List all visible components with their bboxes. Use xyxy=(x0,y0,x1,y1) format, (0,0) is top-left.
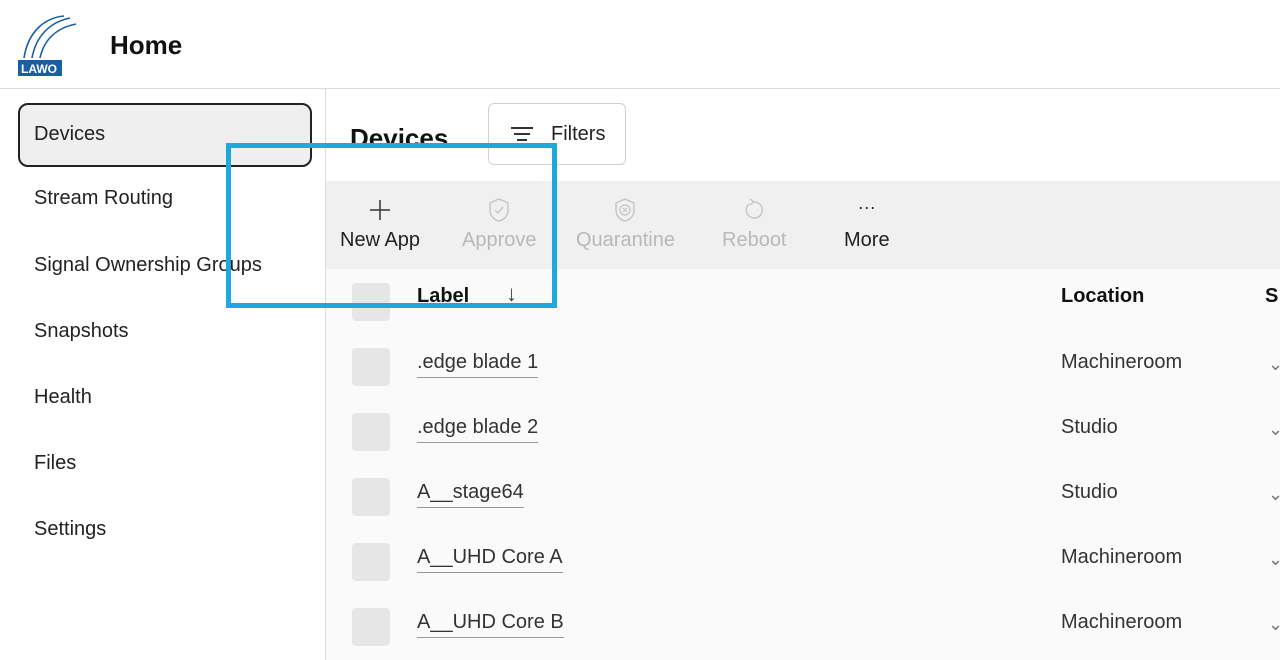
chevron-down-icon[interactable]: ⌄ xyxy=(1268,549,1280,570)
table-row[interactable]: A__stage64 Studio ⌄ xyxy=(326,464,1280,529)
annotation-highlight-box xyxy=(226,143,557,308)
ellipsis-icon: ··· xyxy=(857,197,876,217)
sidebar-item-label: Snapshots xyxy=(34,319,129,342)
device-label-link[interactable]: A__UHD Core A xyxy=(417,546,563,573)
more-label: More xyxy=(844,229,890,251)
sidebar-item-label: Devices xyxy=(34,122,106,145)
row-checkbox[interactable] xyxy=(352,543,390,581)
sidebar-item-snapshots[interactable]: Snapshots xyxy=(18,300,312,364)
filters-label: Filters xyxy=(551,122,606,145)
chevron-down-icon[interactable]: ⌄ xyxy=(1268,484,1280,505)
quarantine-label: Quarantine xyxy=(576,229,675,251)
column-header-status[interactable]: S xyxy=(1265,285,1278,308)
sidebar-item-label: Health xyxy=(34,385,92,408)
filter-lines-icon xyxy=(511,127,533,141)
device-label-link[interactable]: A__UHD Core B xyxy=(417,611,564,638)
row-checkbox[interactable] xyxy=(352,478,390,516)
device-label-link[interactable]: .edge blade 1 xyxy=(417,351,539,378)
row-checkbox[interactable] xyxy=(352,413,390,451)
row-checkbox[interactable] xyxy=(352,348,390,386)
sidebar-item-label: Settings xyxy=(34,517,107,540)
table-row[interactable]: .edge blade 2 Studio ⌄ xyxy=(326,399,1280,464)
table-row[interactable]: A__UHD Core A Machineroom ⌄ xyxy=(326,529,1280,594)
device-location: Studio xyxy=(1061,416,1118,438)
chevron-down-icon[interactable]: ⌄ xyxy=(1268,614,1280,635)
chevron-down-icon[interactable]: ⌄ xyxy=(1268,419,1280,440)
table-row[interactable]: A__UHD Core B Machineroom ⌄ xyxy=(326,594,1280,659)
reboot-icon xyxy=(722,197,787,229)
shield-x-icon xyxy=(576,197,675,229)
sidebar-item-files[interactable]: Files xyxy=(18,432,312,496)
device-location: Machineroom xyxy=(1061,351,1183,373)
sidebar-item-label: Files xyxy=(34,451,77,474)
sidebar-item-health[interactable]: Health xyxy=(18,366,312,430)
sidebar-item-label: Stream Routing xyxy=(34,186,173,209)
column-header-location[interactable]: Location xyxy=(1061,285,1144,308)
device-location: Machineroom xyxy=(1061,546,1183,568)
device-label-link[interactable]: A__stage64 xyxy=(417,481,524,508)
lawo-logo: LAWO xyxy=(18,12,82,76)
table-row[interactable]: .edge blade 1 Machineroom ⌄ xyxy=(326,334,1280,399)
more-button[interactable]: ··· More xyxy=(844,197,890,252)
sidebar-item-settings[interactable]: Settings xyxy=(18,498,312,562)
quarantine-button[interactable]: Quarantine xyxy=(576,197,675,252)
devices-table: Label ↓ Location S .edge blade 1 Machine… xyxy=(326,269,1280,660)
device-location: Machineroom xyxy=(1061,611,1183,633)
device-label-link[interactable]: .edge blade 2 xyxy=(417,416,539,443)
device-location: Studio xyxy=(1061,481,1118,503)
reboot-label: Reboot xyxy=(722,229,787,251)
logo-text: LAWO xyxy=(21,62,57,76)
app-title: Home xyxy=(110,30,183,60)
reboot-button[interactable]: Reboot xyxy=(722,197,787,252)
row-checkbox[interactable] xyxy=(352,608,390,646)
app-header: LAWO Home xyxy=(0,0,1280,89)
chevron-down-icon[interactable]: ⌄ xyxy=(1268,354,1280,375)
